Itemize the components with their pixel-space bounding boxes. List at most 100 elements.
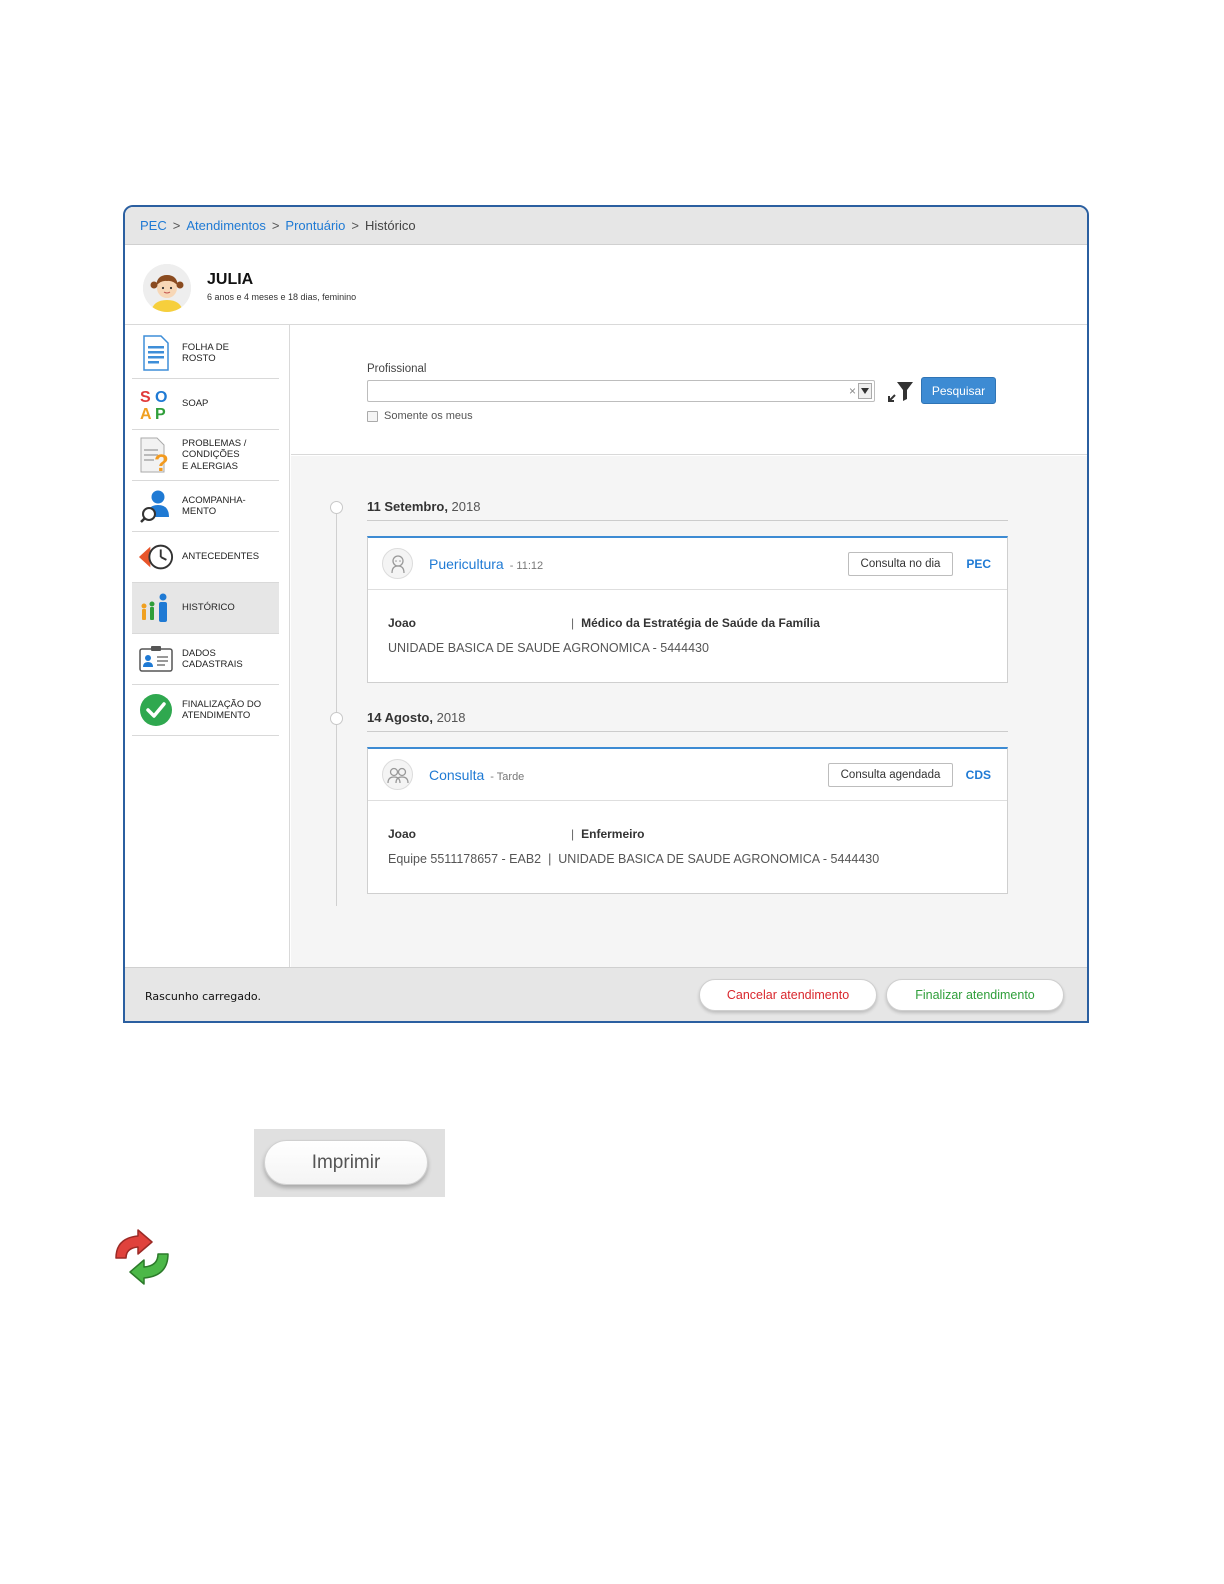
role-text: Médico da Estratégia de Saúde da Família — [581, 616, 820, 630]
entry-title: Puericultura — [429, 556, 504, 572]
health-unit: UNIDADE BASICA DE SAUDE AGRONOMICA - 544… — [388, 641, 709, 655]
sidebar-item-label: ANTECEDENTES — [182, 551, 259, 562]
person-search-icon — [138, 488, 174, 524]
breadcrumb-link-pec[interactable]: PEC — [140, 218, 167, 233]
date-heading: 11 Setembro, 2018 — [367, 499, 1008, 521]
professional-role: | Médico da Estratégia de Saúde da Famíli… — [571, 616, 820, 630]
filter-icon[interactable] — [888, 380, 914, 402]
history-card: Puericultura - 11:12 Consulta no dia PEC … — [367, 536, 1008, 683]
entry-title-puericultura[interactable]: Puericultura - 11:12 — [429, 556, 543, 572]
soap-icon: SOAP — [138, 386, 174, 422]
breadcrumb: PEC > Atendimentos > Prontuário > Histór… — [125, 207, 1087, 245]
clear-icon[interactable]: × — [849, 384, 856, 398]
footer-bar: Rascunho carregado. Cancelar atendimento… — [125, 967, 1087, 1021]
label-line: E ALERGIAS — [182, 460, 238, 472]
label-line: ANTECEDENTES — [182, 551, 260, 563]
timeline-panel: 11 Setembro, 2018 Puericultura - 11:12 Co… — [291, 456, 1087, 967]
breadcrumb-separator: > — [172, 218, 181, 233]
sidebar-item-dados-cadastrais[interactable]: DADOS CADASTRAIS — [132, 634, 279, 685]
sidebar-item-label: ACOMPANHA- MENTO — [182, 495, 246, 518]
health-unit: Equipe 5511178657 - EAB2 | UNIDADE BASIC… — [388, 852, 880, 866]
question-document-icon: ? — [138, 437, 174, 473]
print-button[interactable]: Imprimir — [264, 1140, 428, 1185]
patient-name: JULIA — [207, 271, 254, 288]
family-icon — [138, 590, 174, 626]
label-line: ACOMPANHA- — [182, 494, 246, 506]
label-line: PROBLEMAS / — [182, 437, 247, 449]
id-card-icon — [138, 641, 174, 677]
label-line: SOAP — [182, 398, 209, 410]
main-area: Profissional × Pesquisar Somente os meus… — [291, 325, 1087, 967]
sidebar-item-problemas[interactable]: ? PROBLEMAS / CONDIÇÕES E ALERGIAS — [132, 430, 279, 481]
entry-type-badge: Consulta agendada — [828, 763, 953, 787]
date-year: 2018 — [432, 710, 466, 725]
sidebar-item-label: FINALIZAÇÃO DO ATENDIMENTO — [182, 699, 261, 722]
label-line: FINALIZAÇÃO DO — [182, 698, 262, 710]
somente-os-meus-checkbox[interactable] — [367, 410, 378, 422]
refresh-icon[interactable] — [110, 1228, 174, 1286]
history-card: Consulta - Tarde Consulta agendada CDS Jo… — [367, 747, 1008, 894]
svg-text:S: S — [140, 389, 151, 406]
search-button[interactable]: Pesquisar — [921, 377, 996, 404]
sidebar-item-acompanhamento[interactable]: ACOMPANHA- MENTO — [132, 481, 279, 532]
entry-subtitle: - Tarde — [490, 771, 525, 783]
card-header: Puericultura - 11:12 Consulta no dia PEC — [368, 538, 1007, 590]
document-icon — [138, 335, 174, 371]
sidebar-item-soap[interactable]: SOAP SOAP — [132, 379, 279, 430]
label-line: ROSTO — [182, 353, 216, 364]
label-line: MENTO — [182, 506, 217, 517]
profissional-select[interactable]: × — [367, 380, 875, 402]
chevron-down-icon[interactable] — [858, 383, 872, 399]
role-text: Enfermeiro — [581, 827, 645, 841]
breadcrumb-link-atendimentos[interactable]: Atendimentos — [186, 218, 266, 233]
label-line: DADOS — [182, 647, 216, 659]
sidebar-item-label: PROBLEMAS / CONDIÇÕES E ALERGIAS — [182, 438, 246, 472]
profissional-label: Profissional — [367, 363, 427, 375]
clock-back-icon — [138, 539, 174, 575]
cancel-attendance-button[interactable]: Cancelar atendimento — [699, 979, 877, 1011]
check-circle-icon — [138, 692, 174, 728]
svg-text:O: O — [155, 389, 167, 406]
sidebar-item-historico[interactable]: HISTÓRICO — [132, 583, 279, 634]
timeline-dot — [330, 712, 343, 725]
label-line: FOLHA DE — [182, 341, 229, 353]
app-window: PEC > Atendimentos > Prontuário > Histór… — [123, 205, 1089, 1023]
svg-text:?: ? — [154, 450, 169, 473]
somente-os-meus-label: Somente os meus — [384, 410, 473, 422]
breadcrumb-separator: > — [351, 218, 359, 233]
patient-header: JULIA 6 anos e 4 meses e 18 dias, femini… — [125, 245, 1087, 325]
entry-title: Consulta — [429, 767, 485, 783]
sidebar-item-folha-de-rosto[interactable]: FOLHA DE ROSTO — [132, 328, 279, 379]
status-text: Rascunho carregado. — [145, 990, 261, 1003]
sidebar-item-label: DADOS CADASTRAIS — [182, 648, 243, 671]
entry-origin-badge: CDS — [965, 768, 991, 782]
card-header: Consulta - Tarde Consulta agendada CDS — [368, 749, 1007, 801]
breadcrumb-separator: > — [271, 218, 280, 233]
people-icon — [382, 759, 413, 790]
sidebar: FOLHA DE ROSTO SOAP SOAP ? PROBLEMAS / CON… — [125, 325, 290, 967]
label-line: CONDIÇÕES — [182, 449, 240, 461]
entry-origin-badge: PEC — [966, 557, 991, 571]
date-day-month: 14 Agosto, — [367, 710, 433, 725]
sidebar-item-finalizacao[interactable]: FINALIZAÇÃO DO ATENDIMENTO — [132, 685, 279, 736]
entry-title-consulta[interactable]: Consulta - Tarde — [429, 767, 524, 783]
somente-os-meus-toggle[interactable]: Somente os meus — [367, 410, 473, 422]
svg-text:A: A — [140, 406, 152, 421]
breadcrumb-link-prontuario[interactable]: Prontuário — [285, 218, 345, 233]
breadcrumb-current: Histórico — [365, 218, 416, 233]
sidebar-item-antecedentes[interactable]: ANTECEDENTES — [132, 532, 279, 583]
print-button-container: Imprimir — [254, 1129, 445, 1197]
date-heading: 14 Agosto, 2018 — [367, 710, 1008, 732]
sidebar-item-label: SOAP — [182, 398, 208, 409]
entry-subtitle: - 11:12 — [509, 560, 544, 572]
label-line: ATENDIMENTO — [182, 710, 251, 721]
professional-name: Joao — [388, 616, 417, 630]
patient-info: 6 anos e 4 meses e 18 dias, feminino — [207, 292, 357, 302]
date-day-month: 11 Setembro, — [367, 499, 448, 514]
sidebar-item-label: HISTÓRICO — [182, 602, 235, 613]
baby-icon — [382, 548, 413, 579]
label-line: HISTÓRICO — [182, 602, 235, 614]
finish-attendance-button[interactable]: Finalizar atendimento — [886, 979, 1064, 1011]
timeline-line — [336, 506, 337, 906]
professional-name: Joao — [388, 827, 417, 841]
